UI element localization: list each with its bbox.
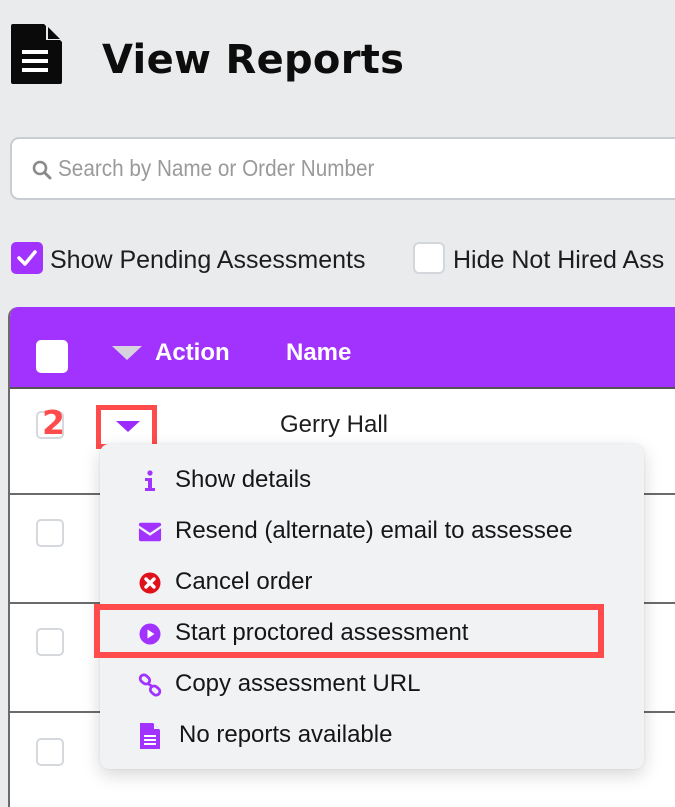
hide-not-hired-checkbox[interactable] (413, 242, 445, 274)
row-checkbox[interactable] (36, 738, 64, 766)
search-icon (32, 160, 52, 180)
caret-down-icon (116, 421, 140, 432)
menu-item-label: Copy assessment URL (175, 670, 421, 697)
step-number-annotation: 2 (42, 403, 65, 442)
menu-item-label: Resend (alternate) email to assessee (175, 517, 573, 544)
menu-item-label: Show details (175, 466, 312, 493)
info-icon (138, 469, 162, 493)
row-checkbox[interactable] (36, 519, 64, 547)
row-action-dropdown-button[interactable] (96, 405, 157, 449)
link-icon (138, 673, 162, 697)
page-title: View Reports (102, 37, 405, 83)
document-icon (10, 22, 64, 86)
envelope-icon (138, 520, 162, 544)
show-pending-label[interactable]: Show Pending Assessments (50, 244, 365, 276)
menu-item-no-reports[interactable]: No reports available (100, 711, 644, 759)
menu-item-label: Start proctored assessment (175, 619, 469, 646)
caret-down-icon (112, 346, 142, 360)
search-input[interactable] (58, 150, 562, 186)
cancel-circle-icon (138, 571, 162, 595)
action-menu: Show details Resend (alternate) email to… (100, 444, 644, 769)
play-circle-icon (138, 622, 162, 646)
menu-item-start-proctored-assessment[interactable]: Start proctored assessment (100, 609, 644, 657)
select-all-checkbox[interactable] (36, 340, 68, 373)
checkmark-icon (17, 250, 37, 266)
menu-item-copy-assessment-url[interactable]: Copy assessment URL (100, 660, 644, 708)
menu-item-label: No reports available (179, 721, 393, 748)
menu-item-label: Cancel order (175, 568, 313, 595)
table-header: Action Name (10, 307, 675, 389)
file-icon (138, 723, 162, 749)
menu-item-show-details[interactable]: Show details (100, 456, 644, 504)
menu-item-resend-email[interactable]: Resend (alternate) email to assessee (100, 507, 644, 555)
column-header-name[interactable]: Name (286, 337, 351, 369)
column-header-action[interactable]: Action (155, 337, 230, 369)
hide-not-hired-label[interactable]: Hide Not Hired Ass (453, 244, 664, 276)
row-name: Gerry Hall (280, 411, 389, 438)
show-pending-checkbox[interactable] (11, 242, 43, 274)
row-checkbox[interactable] (36, 628, 64, 656)
menu-item-cancel-order[interactable]: Cancel order (100, 558, 644, 606)
